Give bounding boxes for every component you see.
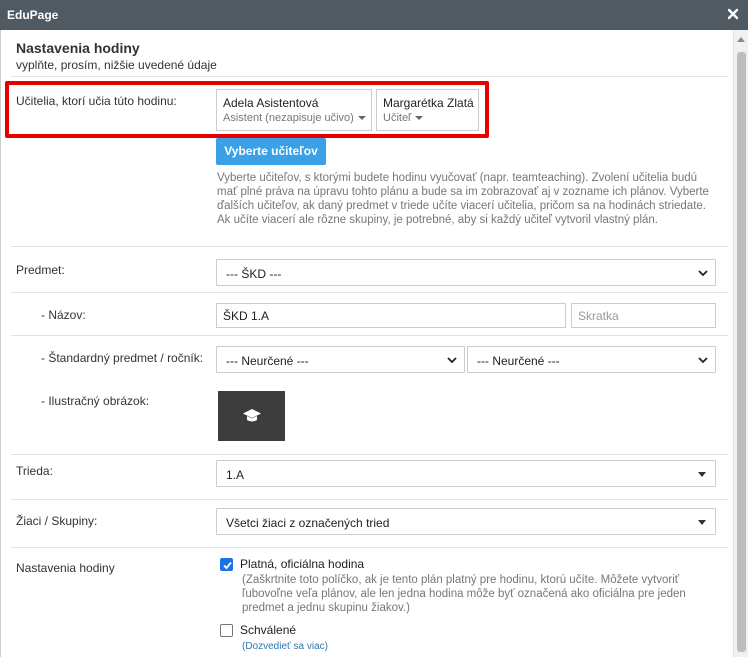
name-input[interactable]: [216, 303, 566, 328]
divider: [11, 292, 728, 293]
caret-down-icon: [698, 520, 706, 525]
divider: [11, 246, 728, 247]
scrollbar-thumb[interactable]: [737, 52, 746, 652]
teacher-role: Učiteľ: [383, 112, 424, 124]
students-select[interactable]: Všetci žiaci z označených tried: [216, 508, 716, 535]
close-icon[interactable]: [726, 7, 740, 21]
teachers-label: Učitelia, ktorí učia túto hodinu:: [16, 94, 177, 108]
caret-down-icon: [698, 472, 706, 477]
learn-more-link[interactable]: (Dozvedieť sa viac): [242, 641, 328, 652]
caret-down-icon: [357, 116, 366, 121]
teacher-card-margaretka[interactable]: Margarétka Zlatá Učiteľ: [376, 89, 479, 131]
caret-down-icon: [415, 116, 424, 121]
teacher-name: Margarétka Zlatá: [383, 96, 474, 110]
divider: [11, 335, 728, 336]
standard-subject-label: - Štandardný predmet / ročník:: [41, 351, 204, 365]
illustration-image[interactable]: [218, 391, 285, 441]
class-select-value: 1.A: [226, 468, 245, 482]
students-select-value: Všetci žiaci z označených tried: [226, 516, 390, 530]
class-label: Trieda:: [16, 464, 53, 478]
page-title: Nastavenia hodiny: [16, 40, 140, 56]
teacher-role: Asistent (nezapisuje učivo): [223, 112, 366, 124]
divider: [11, 547, 728, 548]
select-teachers-button[interactable]: Vyberte učiteľov: [216, 138, 326, 165]
teacher-name: Adela Asistentová: [223, 96, 319, 110]
official-lesson-help: (Zaškrtnite toto políčko, ak je tento pl…: [242, 574, 686, 614]
name-label: - Názov:: [41, 308, 86, 322]
students-label: Žiaci / Skupiny:: [16, 514, 98, 528]
grade-select[interactable]: --- Neurčené ---: [467, 346, 716, 373]
short-name-input[interactable]: [571, 303, 716, 328]
divider: [11, 76, 728, 77]
graduation-cap-icon: [243, 409, 261, 422]
dialog-content: Nastavenia hodiny vyplňte, prosím, nižši…: [0, 30, 733, 657]
subject-label: Predmet:: [16, 263, 65, 277]
approved-label: Schválené: [240, 623, 297, 637]
page-subtitle: vyplňte, prosím, nižšie uvedené údaje: [16, 58, 217, 72]
standard-subject-value: --- Neurčené ---: [226, 354, 309, 368]
lesson-settings-label: Nastavenia hodiny: [16, 561, 115, 575]
approved-checkbox[interactable]: [220, 624, 233, 637]
dialog-titlebar: EduPage: [0, 0, 748, 30]
class-select[interactable]: 1.A: [216, 460, 716, 487]
teacher-card-adela[interactable]: Adela Asistentová Asistent (nezapisuje u…: [216, 89, 372, 131]
official-lesson-checkbox[interactable]: [220, 558, 233, 571]
dialog-title: EduPage: [7, 8, 59, 22]
image-label: - Ilustračný obrázok:: [41, 394, 150, 408]
lesson-settings-dialog: EduPage Nastavenia hodiny vyplňte, prosí…: [0, 0, 748, 657]
divider: [11, 454, 728, 455]
teachers-help-text: Vyberte učiteľov, s ktorými budete hodin…: [217, 172, 709, 226]
grade-select-value: --- Neurčené ---: [477, 354, 560, 368]
checkmark-icon: [223, 561, 232, 570]
subject-select[interactable]: --- ŠKD ---: [216, 259, 716, 286]
vertical-scrollbar[interactable]: [733, 30, 748, 657]
chevron-down-icon: [698, 270, 708, 277]
standard-subject-select[interactable]: --- Neurčené ---: [216, 346, 465, 373]
scroll-up-arrow-icon[interactable]: [737, 37, 745, 42]
official-lesson-label: Platná, oficiálna hodina: [240, 557, 365, 571]
subject-select-value: --- ŠKD ---: [226, 267, 282, 281]
chevron-down-icon: [698, 357, 708, 364]
chevron-down-icon: [447, 357, 457, 364]
divider: [11, 499, 728, 500]
